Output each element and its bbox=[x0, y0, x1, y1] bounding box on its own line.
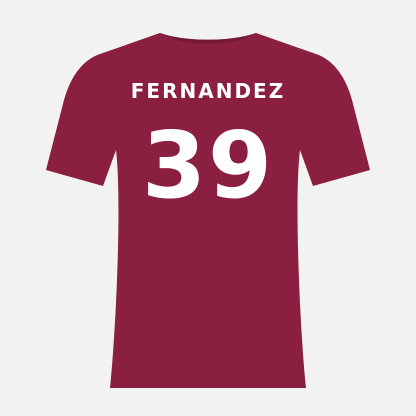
player-number-print: 39 bbox=[142, 112, 274, 219]
tshirt-back: FERNANDEZ 39 bbox=[46, 33, 370, 388]
product-image: FERNANDEZ 39 bbox=[0, 0, 416, 416]
player-name-print: FERNANDEZ bbox=[131, 79, 285, 103]
